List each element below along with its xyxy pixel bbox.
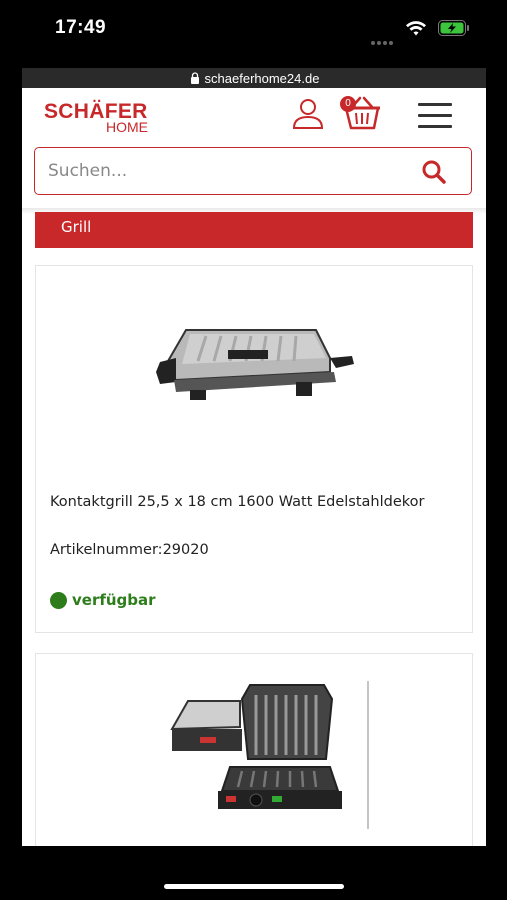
product-image[interactable]	[146, 306, 366, 416]
product-card[interactable]	[35, 653, 473, 846]
product-title[interactable]: Kontaktgrill 25,5 x 18 cm 1600 Watt Edel…	[50, 494, 460, 510]
battery-charging-icon	[438, 20, 469, 36]
cart-button[interactable]: 0	[338, 94, 386, 134]
product-image[interactable]	[160, 679, 380, 834]
status-bar: 17:49	[0, 0, 507, 60]
schaefer-home-logo[interactable]: SCHÄFER HOME	[44, 101, 159, 135]
cellular-signal-icon	[371, 30, 395, 49]
hamburger-menu-icon[interactable]	[418, 98, 454, 128]
address-bar[interactable]: schaeferhome24.de	[22, 68, 486, 88]
availability-dot-icon	[50, 591, 67, 609]
product-card[interactable]: Kontaktgrill 25,5 x 18 cm 1600 Watt Edel…	[35, 265, 473, 633]
logo-sub-text: HOME	[106, 119, 148, 135]
lock-icon	[190, 72, 199, 84]
search-icon[interactable]	[421, 159, 447, 185]
search-input[interactable]	[48, 148, 408, 194]
site-header: SCHÄFER HOME 0	[22, 88, 486, 148]
status-time: 17:49	[55, 17, 107, 38]
search-bar	[34, 147, 472, 195]
user-account-icon[interactable]	[290, 96, 326, 132]
browser-viewport: schaeferhome24.de SCHÄFER HOME 0 Suchen.…	[22, 68, 486, 846]
product-sku: Artikelnummer:29020	[50, 542, 209, 558]
category-header[interactable]: Grill	[35, 212, 473, 248]
url-text: schaeferhome24.de	[204, 70, 320, 86]
cart-count-badge: 0	[340, 96, 356, 112]
wifi-icon	[406, 21, 426, 36]
home-indicator[interactable]	[164, 884, 344, 889]
availability-label: verfügbar	[72, 591, 156, 609]
availability-status: verfügbar	[50, 591, 156, 609]
